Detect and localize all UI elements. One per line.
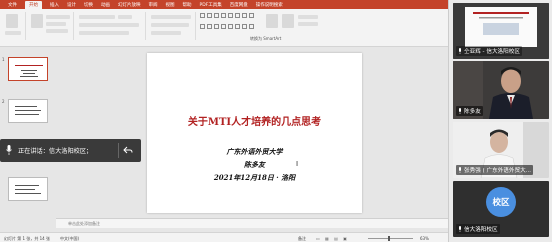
cut-button[interactable]: [5, 31, 21, 35]
tab-insert[interactable]: 插入: [50, 2, 59, 8]
zoom-level[interactable]: 63%: [420, 236, 429, 241]
tab-transitions[interactable]: 切换: [84, 2, 93, 8]
language-indicator: 中文(中国): [60, 235, 80, 241]
align-buttons[interactable]: [151, 23, 189, 27]
layout-button[interactable]: [46, 15, 70, 19]
section-button[interactable]: [46, 29, 68, 33]
tab-home[interactable]: 开始: [25, 0, 42, 9]
thumb-number: 1: [2, 57, 5, 62]
participant-name: 张秀强 ( 广东外语外贸大...: [464, 168, 532, 174]
tab-view[interactable]: 视图: [166, 2, 175, 8]
tab-help[interactable]: 帮助: [183, 2, 192, 8]
participant-name-tag: 信大洛阳校区: [456, 224, 500, 234]
new-slide-button[interactable]: [31, 14, 43, 28]
font-group: [76, 12, 146, 40]
text-cursor-icon: I: [296, 160, 299, 168]
drawing-group: [262, 12, 322, 40]
thumb-number: 2: [2, 99, 5, 104]
notes-toggle-button[interactable]: 备注: [298, 236, 306, 242]
participant-avatar: 校区: [486, 187, 516, 217]
tab-animations[interactable]: 动画: [101, 2, 110, 8]
ribbon-tab-bar: 文件 开始 插入 设计 切换 动画 幻灯片放映 审阅 视图 帮助 PDF工具集 …: [0, 0, 448, 9]
slides-group: [28, 12, 74, 40]
zoom-slider-knob[interactable]: [388, 235, 390, 241]
participant-name: 陈多友: [464, 109, 481, 115]
return-arrow-icon[interactable]: [123, 145, 133, 155]
slide-counter: 幻灯片 第 1 张，共 14 张: [4, 235, 50, 241]
shape-fill-button[interactable]: [298, 15, 318, 19]
slide-thumbnail-1[interactable]: [8, 57, 48, 81]
font-color-buttons[interactable]: [79, 31, 129, 35]
slide-thumbnail-2[interactable]: [8, 99, 48, 123]
tab-design[interactable]: 设计: [67, 2, 76, 8]
mic-icon: [459, 167, 461, 173]
quick-styles-button[interactable]: [282, 14, 294, 28]
paragraph-group: [148, 12, 196, 40]
video-participants-panel: 仝亚辉 - 信大洛阳校区 陈多友 张秀强 ( 广东外语外贸大... 校区 信大洛…: [448, 0, 552, 242]
clipboard-group: [2, 12, 26, 40]
slide-organization: 广东外语外贸大学: [226, 147, 283, 156]
slide-date: 2021年12月18日 · 洛阳: [213, 173, 296, 182]
participant-name-tag: 仝亚辉 - 信大洛阳校区: [456, 46, 522, 56]
font-style-buttons[interactable]: [79, 23, 139, 27]
speaking-indicator: 正在讲话：信大洛阳校区；: [0, 139, 141, 162]
slide-canvas[interactable]: 关于MTI人才培养的几点思考 广东外语外贸大学 陈多友 2021年12月18日 …: [147, 53, 362, 213]
shape-outline-button[interactable]: [298, 22, 318, 26]
tab-baidu-netdisk[interactable]: 百度网盘: [230, 2, 248, 8]
participant-name: 信大洛阳校区: [464, 227, 498, 233]
mic-icon: [459, 226, 461, 232]
video-tile-4[interactable]: 校区 信大洛阳校区: [453, 181, 549, 237]
microphone-icon: [6, 145, 12, 155]
text-direction-button[interactable]: [151, 31, 181, 35]
notes-pane[interactable]: 单击此处添加备注: [56, 218, 448, 228]
arrange-button[interactable]: [266, 14, 278, 28]
status-bar: 幻灯片 第 1 张，共 14 张 中文(中国) 备注 ▭ ▦ ▤ ▣ 63%: [0, 232, 448, 242]
powerpoint-window: 文件 开始 插入 设计 切换 动画 幻灯片放映 审阅 视图 帮助 PDF工具集 …: [0, 0, 448, 242]
tab-pdf-tools[interactable]: PDF工具集: [200, 2, 222, 8]
list-buttons[interactable]: [151, 15, 191, 19]
font-size-select[interactable]: [118, 15, 132, 19]
speaking-text: 正在讲话：信大洛阳校区；: [18, 148, 93, 155]
shapes-gallery[interactable]: [200, 13, 256, 33]
mic-icon: [459, 108, 461, 114]
view-buttons[interactable]: ▭ ▦ ▤ ▣: [316, 236, 356, 241]
video-tile-3[interactable]: 张秀强 ( 广东外语外贸大...: [453, 122, 549, 178]
tell-me-search[interactable]: 操作说明搜索: [256, 2, 283, 8]
participant-name: 仝亚辉 - 信大洛阳校区: [464, 49, 520, 55]
zoom-slider[interactable]: [368, 237, 413, 239]
divider: [118, 143, 119, 158]
tab-file[interactable]: 文件: [8, 2, 17, 8]
ribbon-toolbar: 转换为 SmartArt: [0, 9, 448, 47]
reset-button[interactable]: [46, 22, 66, 26]
slide-thumbnail-4[interactable]: [8, 177, 48, 201]
slide-author: 陈多友: [244, 160, 265, 169]
paste-button[interactable]: [6, 14, 18, 28]
tab-review[interactable]: 审阅: [149, 2, 158, 8]
mic-icon: [459, 48, 461, 54]
font-name-select[interactable]: [79, 15, 115, 19]
notes-placeholder: 单击此处添加备注: [68, 221, 100, 226]
participant-name-tag: 陈多友: [456, 106, 483, 116]
participant-name-tag: 张秀强 ( 广东外语外贸大...: [456, 165, 534, 175]
slide-title: 关于MTI人才培养的几点思考: [187, 117, 322, 128]
video-tile-1[interactable]: 仝亚辉 - 信大洛阳校区: [453, 3, 549, 59]
video-tile-2[interactable]: 陈多友: [453, 61, 549, 119]
tab-slideshow[interactable]: 幻灯片放映: [118, 2, 141, 8]
